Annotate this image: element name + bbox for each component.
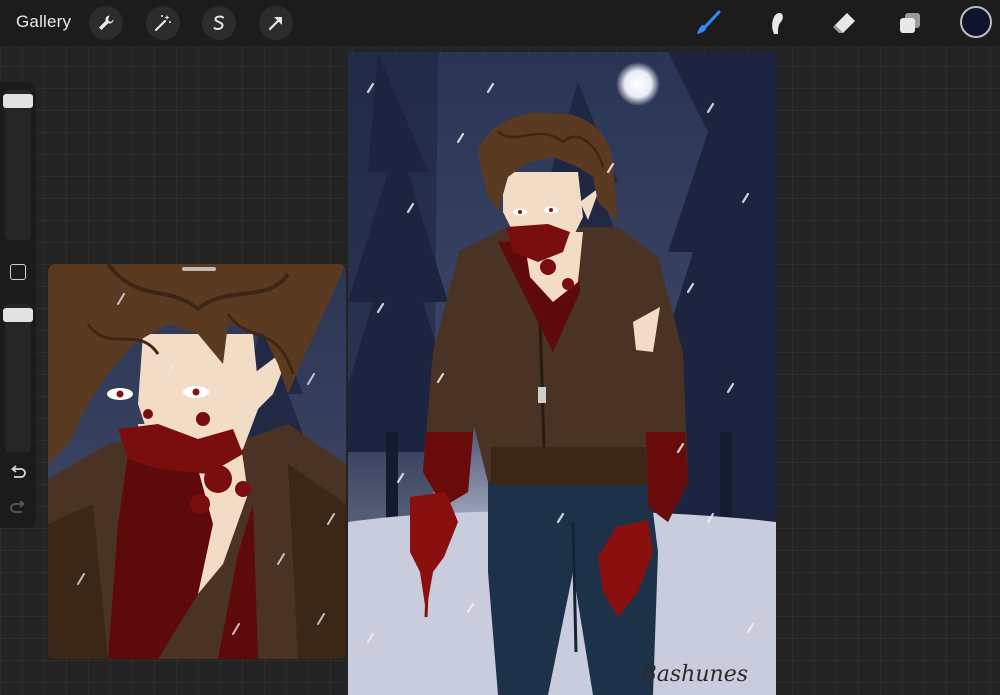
selection-button[interactable] bbox=[202, 6, 236, 40]
opacity-slider[interactable] bbox=[5, 304, 31, 452]
reference-artwork bbox=[48, 264, 346, 659]
left-sidebar bbox=[0, 82, 36, 528]
top-toolbar: Gallery bbox=[0, 0, 1000, 46]
adjustments-button[interactable] bbox=[146, 6, 180, 40]
eraser-icon bbox=[833, 13, 855, 33]
selection-s-icon bbox=[213, 15, 224, 31]
transform-button[interactable] bbox=[259, 6, 293, 40]
gallery-button[interactable]: Gallery bbox=[16, 12, 71, 32]
magic-wand-icon bbox=[154, 15, 171, 32]
undo-icon[interactable] bbox=[8, 463, 28, 483]
smudge-tool-button[interactable] bbox=[761, 8, 791, 38]
layers-button[interactable] bbox=[895, 8, 925, 38]
signature: Bashunes bbox=[640, 662, 748, 687]
reference-window[interactable] bbox=[48, 264, 346, 659]
smudge-icon bbox=[772, 13, 783, 34]
transform-arrow-icon bbox=[268, 16, 283, 31]
canvas-artwork bbox=[348, 52, 776, 695]
eraser-tool-button[interactable] bbox=[829, 8, 859, 38]
brush-tool-button[interactable] bbox=[693, 8, 723, 38]
layers-icon bbox=[900, 13, 920, 33]
brush-size-thumb[interactable] bbox=[3, 94, 33, 108]
brush-icon bbox=[697, 10, 721, 34]
brush-size-slider[interactable] bbox=[5, 90, 31, 240]
reference-drag-handle[interactable] bbox=[182, 267, 216, 271]
drawing-canvas[interactable]: Bashunes bbox=[348, 52, 776, 695]
actions-button[interactable] bbox=[89, 6, 123, 40]
modify-square-icon[interactable] bbox=[10, 264, 26, 280]
opacity-thumb[interactable] bbox=[3, 308, 33, 322]
wrench-icon bbox=[99, 15, 114, 30]
color-picker-button[interactable] bbox=[960, 6, 992, 38]
redo-icon[interactable] bbox=[8, 498, 28, 518]
